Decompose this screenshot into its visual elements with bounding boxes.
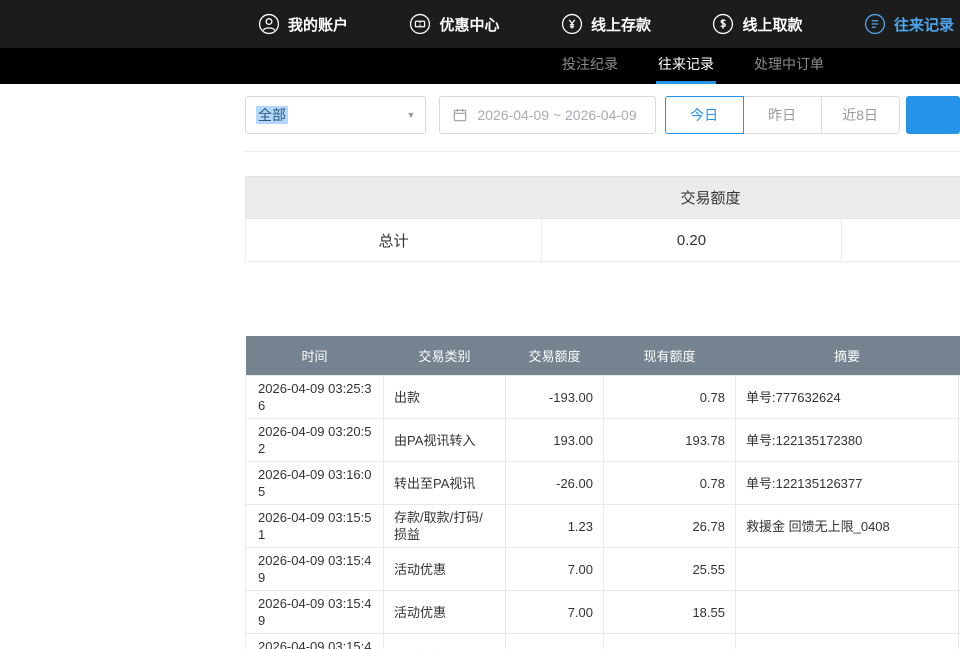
cell: 转出至PA视讯 xyxy=(384,462,506,505)
chevron-down-icon: ▼ xyxy=(407,110,416,120)
withdraw-icon xyxy=(712,13,734,35)
cell: 活动优惠 xyxy=(384,591,506,634)
table-row: 2026-04-09 03:15:49活动优惠7.0025.55 xyxy=(246,548,960,591)
search-button[interactable] xyxy=(906,96,960,134)
table-row: 2026-04-09 03:20:52由PA视讯转入193.00193.78单号… xyxy=(246,419,960,462)
last-8-days-button[interactable]: 近8日 xyxy=(821,96,900,134)
cell: 0.78 xyxy=(604,462,736,505)
category-select-value: 全部 xyxy=(256,105,288,125)
cell: 2026-04-09 03:25:36 xyxy=(246,376,384,419)
tab-betting-records[interactable]: 投注纪录 xyxy=(560,54,620,84)
cell: 26.78 xyxy=(604,505,736,548)
cell: 193.78 xyxy=(604,419,736,462)
cell: 2026-04-09 03:15:49 xyxy=(246,634,384,649)
cell: 2026-04-09 03:16:05 xyxy=(246,462,384,505)
summary-table: 交易额度 总计 0.20 xyxy=(245,176,960,262)
column-header: 现有额度 xyxy=(604,336,736,376)
cell: 2026-04-09 03:20:52 xyxy=(246,419,384,462)
cell: 7.00 xyxy=(506,591,604,634)
cell: 出款 xyxy=(384,376,506,419)
tab-processing-orders[interactable]: 处理中订单 xyxy=(752,54,826,84)
transactions-body: 2026-04-09 03:25:36出款-193.000.78单号:77763… xyxy=(246,376,960,649)
nav-label: 优惠中心 xyxy=(439,14,499,35)
cell: 10.88 xyxy=(506,634,604,649)
cell: 0.78 xyxy=(604,376,736,419)
cell: 18.55 xyxy=(604,591,736,634)
sub-navigation: 投注纪录 往来记录 处理中订单 xyxy=(0,48,960,84)
table-row: 2026-04-09 03:16:05转出至PA视讯-26.000.78单号:1… xyxy=(246,462,960,505)
summary-row: 总计 0.20 xyxy=(246,219,960,262)
column-header: 交易类别 xyxy=(384,336,506,376)
cell: 25.55 xyxy=(604,548,736,591)
table-row: 2026-04-09 03:25:36出款-193.000.78单号:77763… xyxy=(246,376,960,419)
nav-online-withdraw[interactable]: 线上取款 xyxy=(712,13,802,35)
deposit-icon xyxy=(561,13,583,35)
nav-label: 线上取款 xyxy=(742,14,802,35)
nav-label: 往来记录 xyxy=(894,14,954,35)
table-row: 2026-04-09 03:15:51存款/取款/打码/损益1.2326.78救… xyxy=(246,505,960,548)
cell: 单号:122135172380 xyxy=(736,419,959,462)
yesterday-button[interactable]: 昨日 xyxy=(743,96,822,134)
cell: -26.00 xyxy=(506,462,604,505)
nav-online-deposit[interactable]: 线上存款 xyxy=(561,13,651,35)
divider xyxy=(245,151,960,152)
cell xyxy=(736,548,959,591)
cell: 11.55 xyxy=(604,634,736,649)
top-navigation: 我的账户 优惠中心 线上存款 线上取款 xyxy=(0,0,960,48)
cell: 2026-04-09 03:15:49 xyxy=(246,591,384,634)
cell: 单号:777632624 xyxy=(736,376,959,419)
cell: 存款/取款/打码/损益 xyxy=(384,505,506,548)
tab-transaction-records[interactable]: 往来记录 xyxy=(656,54,716,84)
date-range-input[interactable]: 2026-04-09 ~ 2026-04-09 xyxy=(439,96,655,134)
cell: 193.00 xyxy=(506,419,604,462)
summary-total-value: 0.20 xyxy=(542,219,842,262)
cell: 救援金 回馈无上限_0408 xyxy=(736,505,959,548)
summary-header: 交易额度 xyxy=(246,177,960,219)
cell: 2026-04-09 03:15:51 xyxy=(246,505,384,548)
nav-promo-center[interactable]: 优惠中心 xyxy=(409,13,499,35)
today-button[interactable]: 今日 xyxy=(665,96,744,134)
cell: 活动优惠 xyxy=(384,634,506,649)
nav-label: 线上存款 xyxy=(591,14,651,35)
category-select[interactable]: 全部 ▼ xyxy=(245,96,426,134)
table-row: 2026-04-09 03:15:49活动优惠10.8811.55 xyxy=(246,634,960,649)
cell: 单号:122135126377 xyxy=(736,462,959,505)
account-icon xyxy=(258,13,280,35)
cell: -193.00 xyxy=(506,376,604,419)
date-range-value: 2026-04-09 ~ 2026-04-09 xyxy=(477,107,636,123)
cell xyxy=(736,634,959,649)
cell: 7.00 xyxy=(506,548,604,591)
table-header-row: 时间交易类别交易额度现有额度摘要 xyxy=(246,336,960,376)
nav-label: 我的账户 xyxy=(288,14,348,35)
main-content: 全部 ▼ 2026-04-09 ~ 2026-04-09 今日 昨日 近8日 交… xyxy=(0,96,960,649)
summary-empty-cell xyxy=(842,219,960,262)
promo-icon xyxy=(409,13,431,35)
cell: 1.23 xyxy=(506,505,604,548)
filter-row: 全部 ▼ 2026-04-09 ~ 2026-04-09 今日 昨日 近8日 xyxy=(245,96,960,134)
column-header: 时间 xyxy=(246,336,384,376)
calendar-icon xyxy=(452,107,468,123)
quick-date-buttons: 今日 昨日 近8日 xyxy=(665,96,900,134)
records-icon xyxy=(864,13,886,35)
cell: 活动优惠 xyxy=(384,548,506,591)
cell xyxy=(736,591,959,634)
summary-total-label: 总计 xyxy=(246,219,542,262)
nav-transaction-records[interactable]: 往来记录 xyxy=(864,13,954,35)
selected-text: 全部 xyxy=(256,106,288,124)
table-row: 2026-04-09 03:15:49活动优惠7.0018.55 xyxy=(246,591,960,634)
cell: 由PA视讯转入 xyxy=(384,419,506,462)
cell: 2026-04-09 03:15:49 xyxy=(246,548,384,591)
nav-my-account[interactable]: 我的账户 xyxy=(258,13,348,35)
transactions-table: 时间交易类别交易额度现有额度摘要 2026-04-09 03:25:36出款-1… xyxy=(245,336,960,649)
column-header: 摘要 xyxy=(736,336,959,376)
column-header: 交易额度 xyxy=(506,336,604,376)
